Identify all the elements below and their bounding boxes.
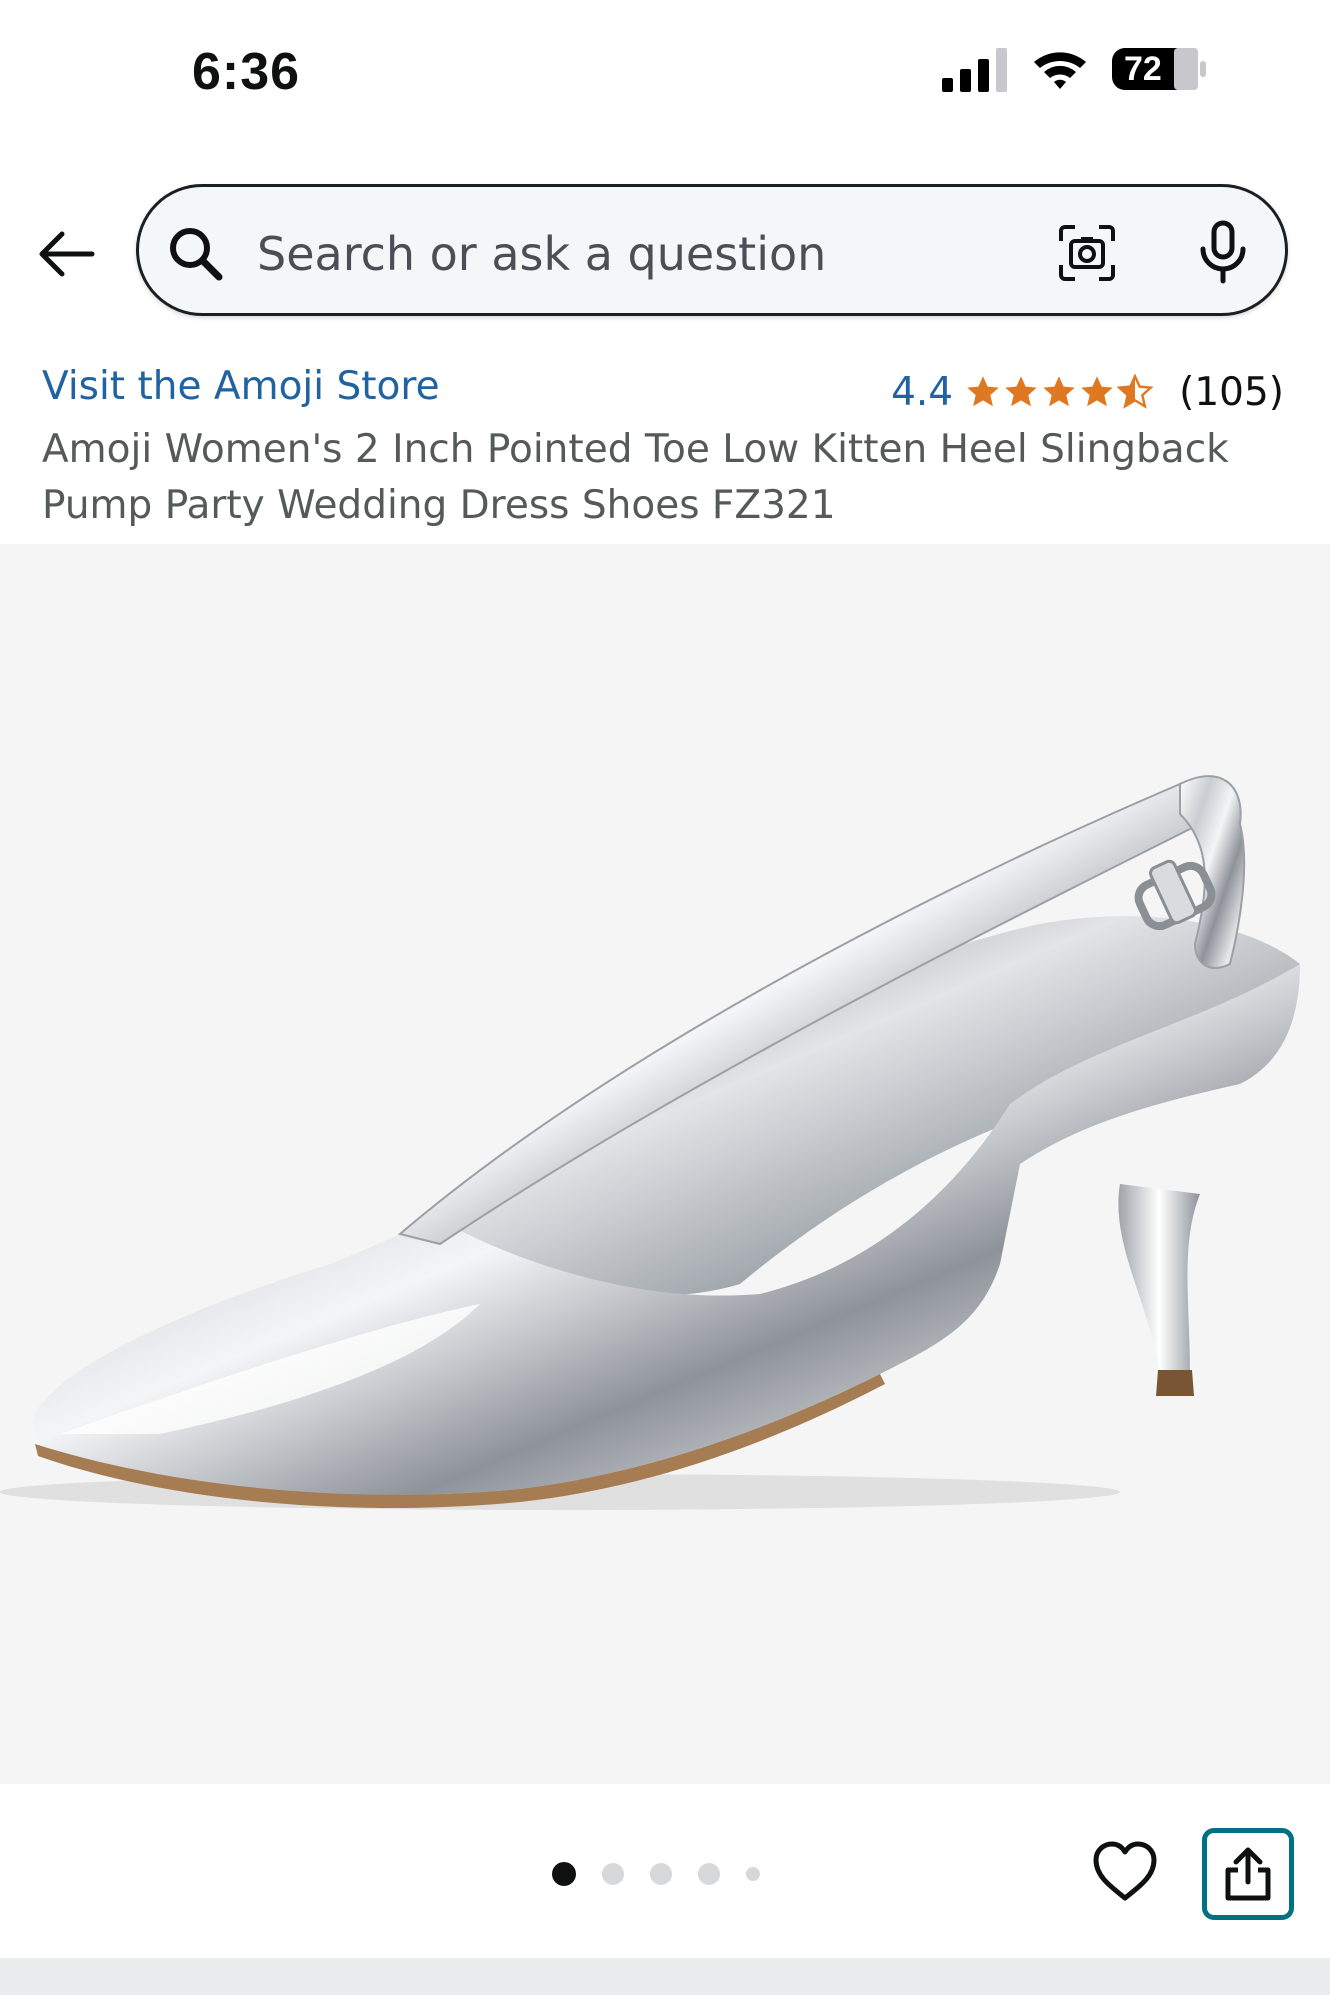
camera-icon[interactable] xyxy=(1057,223,1117,283)
pagination-dot[interactable] xyxy=(746,1867,760,1881)
share-button[interactable] xyxy=(1202,1828,1294,1920)
product-image-gallery[interactable] xyxy=(0,544,1330,1784)
pagination-dot[interactable] xyxy=(602,1863,624,1885)
visit-store-link[interactable]: Visit the Amoji Store xyxy=(42,364,440,409)
search-input[interactable] xyxy=(255,213,959,295)
heart-icon[interactable] xyxy=(1090,1838,1160,1908)
product-title: Amoji Women's 2 Inch Pointed Toe Low Kit… xyxy=(42,427,1229,528)
star-icon xyxy=(1043,376,1075,407)
review-count: (105) xyxy=(1179,369,1284,415)
battery-level: 72 xyxy=(1124,50,1162,88)
wifi-icon xyxy=(1034,52,1086,89)
search-bar[interactable] xyxy=(136,184,1288,316)
status-bar: 6:36 72 xyxy=(0,0,1330,150)
search-icon xyxy=(170,228,223,281)
star-rating xyxy=(965,374,1154,410)
share-icon xyxy=(1225,1847,1271,1901)
star-icon xyxy=(1005,376,1037,407)
battery-icon: 72 xyxy=(1112,46,1208,92)
pagination-dot[interactable] xyxy=(650,1863,672,1885)
star-icon xyxy=(1081,376,1113,407)
star-half-icon xyxy=(1117,374,1154,409)
pagination-dot[interactable] xyxy=(552,1862,576,1886)
microphone-icon[interactable] xyxy=(1193,219,1253,285)
product-image[interactable] xyxy=(0,544,1330,1784)
section-divider xyxy=(0,1958,1330,1995)
signal-icon xyxy=(942,48,1007,92)
rating-summary[interactable]: 4.4 (105) xyxy=(891,364,1284,420)
star-icon xyxy=(967,376,999,407)
image-pagination[interactable] xyxy=(552,1862,760,1886)
pagination-dot[interactable] xyxy=(698,1863,720,1885)
back-arrow-icon[interactable] xyxy=(34,222,98,286)
status-time: 6:36 xyxy=(192,43,301,101)
rating-value: 4.4 xyxy=(891,369,954,415)
